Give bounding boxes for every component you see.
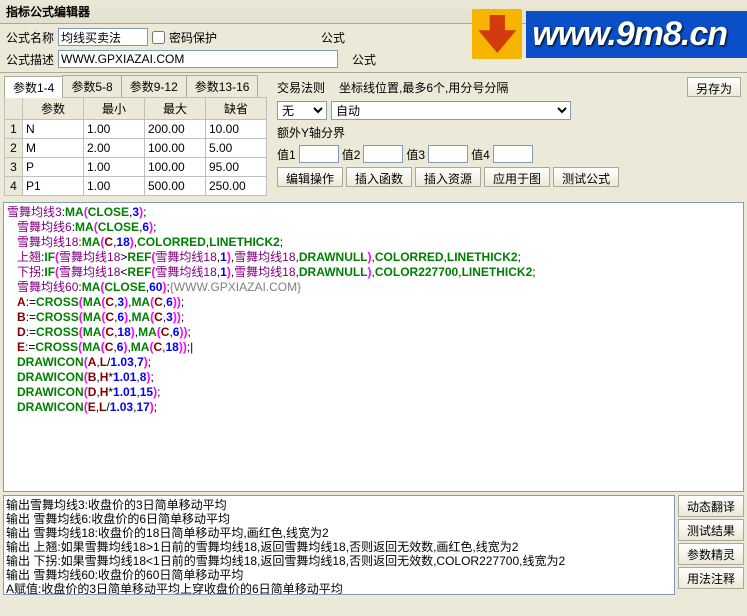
watermark-text: www.9m8.cn: [526, 11, 747, 58]
val3-label: 值3: [406, 146, 425, 163]
param-min-input[interactable]: [84, 178, 144, 195]
rule-select[interactable]: 无: [277, 101, 327, 120]
param-max-input[interactable]: [145, 121, 205, 138]
code-editor[interactable]: 雪舞均线3:MA(CLOSE,3); 雪舞均线6:MA(CLOSE,6); 雪舞…: [3, 202, 744, 492]
param-n-input[interactable]: [23, 159, 83, 176]
param-tab-2[interactable]: 参数5-8: [62, 75, 121, 97]
param-def-input[interactable]: [206, 140, 266, 157]
param-row: 3: [5, 158, 267, 177]
side-button-1[interactable]: 测试结果: [678, 519, 744, 541]
param-tab-3[interactable]: 参数9-12: [121, 75, 187, 97]
formula-name-label: 公式名称: [6, 29, 54, 46]
apply-chart-button[interactable]: 应用于图: [484, 167, 550, 187]
param-def-input[interactable]: [206, 121, 266, 138]
output-line: 输出 下拐:如果雪舞均线18<1日前的雪舞均线18,返回雪舞均线18,否则返回无…: [6, 554, 672, 568]
param-max-input[interactable]: [145, 140, 205, 157]
formula-type-label-2: 公式: [352, 51, 376, 68]
output-line: A赋值:收盘价的3日简单移动平均上穿收盘价的6日简单移动平均: [6, 582, 672, 595]
param-n-input[interactable]: [23, 178, 83, 195]
watermark-logo-icon: [472, 9, 522, 59]
test-formula-button[interactable]: 测试公式: [553, 167, 619, 187]
side-button-2[interactable]: 参数精灵: [678, 543, 744, 565]
save-as-button[interactable]: 另存为: [687, 77, 741, 97]
param-tab-1[interactable]: 参数1-4: [4, 76, 63, 98]
val4-input[interactable]: [493, 145, 533, 163]
param-n-input[interactable]: [23, 121, 83, 138]
password-protect-checkbox[interactable]: [152, 31, 165, 44]
val1-label: 值1: [277, 146, 296, 163]
formula-type-label: 公式: [321, 29, 345, 46]
param-header: [5, 98, 23, 120]
param-def-input[interactable]: [206, 178, 266, 195]
val3-input[interactable]: [428, 145, 468, 163]
param-min-input[interactable]: [84, 159, 144, 176]
param-header: 最小: [84, 98, 145, 120]
insert-func-button[interactable]: 插入函数: [346, 167, 412, 187]
output-line: 输出 上翘:如果雪舞均线18>1日前的雪舞均线18,返回雪舞均线18,否则返回无…: [6, 540, 672, 554]
output-line: 输出 雪舞均线18:收盘价的18日简单移动平均,画红色,线宽为2: [6, 526, 672, 540]
extra-axis-label: 额外Y轴分界: [277, 124, 345, 141]
output-box[interactable]: 输出雪舞均线3:收盘价的3日简单移动平均输出 雪舞均线6:收盘价的6日简单移动平…: [3, 495, 675, 595]
param-row: 4: [5, 177, 267, 196]
trade-rule-label: 交易法则: [277, 79, 325, 96]
insert-res-button[interactable]: 插入资源: [415, 167, 481, 187]
coord-select[interactable]: 自动: [331, 101, 571, 120]
formula-name-input[interactable]: [58, 28, 148, 46]
output-line: 输出 雪舞均线60:收盘价的60日简单移动平均: [6, 568, 672, 582]
side-button-3[interactable]: 用法注释: [678, 567, 744, 589]
param-min-input[interactable]: [84, 140, 144, 157]
output-line: 输出 雪舞均线6:收盘价的6日简单移动平均: [6, 512, 672, 526]
param-header: 缺省: [206, 98, 267, 120]
param-header: 参数: [23, 98, 84, 120]
param-table: 参数最小最大缺省 1234: [4, 97, 267, 196]
password-protect-label: 密码保护: [169, 29, 217, 46]
val2-label: 值2: [342, 146, 361, 163]
param-header: 最大: [145, 98, 206, 120]
edit-op-button[interactable]: 编辑操作: [277, 167, 343, 187]
side-button-0[interactable]: 动态翻译: [678, 495, 744, 517]
val1-input[interactable]: [299, 145, 339, 163]
param-min-input[interactable]: [84, 121, 144, 138]
param-row: 1: [5, 120, 267, 139]
param-row: 2: [5, 139, 267, 158]
formula-desc-label: 公式描述: [6, 51, 54, 68]
output-line: 输出雪舞均线3:收盘价的3日简单移动平均: [6, 498, 672, 512]
param-tabs: 参数1-4参数5-8参数9-12参数13-16: [4, 75, 267, 97]
val2-input[interactable]: [363, 145, 403, 163]
watermark: www.9m8.cn: [472, 0, 747, 68]
formula-desc-input[interactable]: [58, 50, 338, 68]
param-max-input[interactable]: [145, 178, 205, 195]
param-def-input[interactable]: [206, 159, 266, 176]
param-tab-4[interactable]: 参数13-16: [186, 75, 259, 97]
param-n-input[interactable]: [23, 140, 83, 157]
val4-label: 值4: [471, 146, 490, 163]
param-max-input[interactable]: [145, 159, 205, 176]
coord-label: 坐标线位置,最多6个,用分号分隔: [339, 79, 508, 96]
